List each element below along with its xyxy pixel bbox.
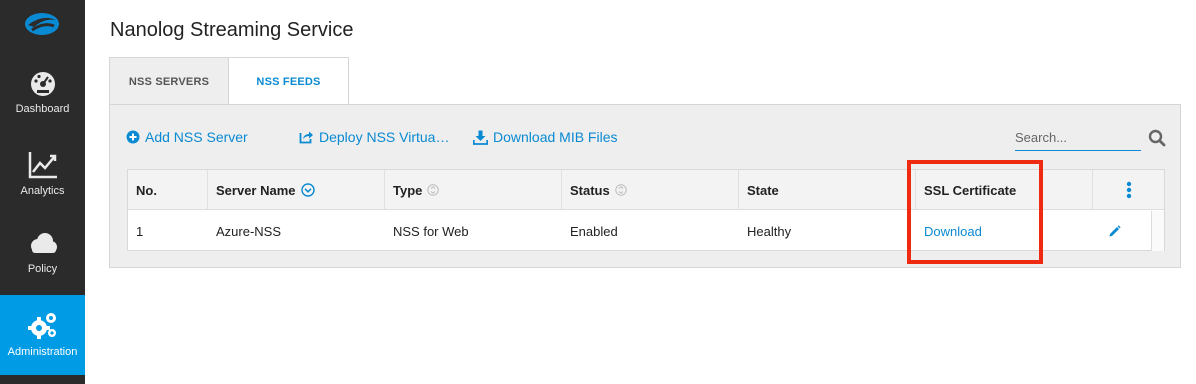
search-icon[interactable] [1148, 129, 1166, 147]
add-nss-server-button[interactable]: Add NSS Server [126, 129, 248, 145]
sidebar-item-dashboard[interactable]: Dashboard [0, 68, 85, 146]
sort-icon[interactable] [615, 184, 627, 196]
policy-cloud-icon [0, 230, 85, 261]
sidebar-item-analytics[interactable]: Analytics [0, 150, 85, 228]
table-scrollbar[interactable] [1151, 211, 1164, 251]
sidebar-item-label: Policy [27, 263, 58, 275]
column-header-status[interactable]: Status [562, 170, 739, 210]
sort-chevron-down-icon[interactable] [300, 183, 315, 197]
cell-server-name: Azure-NSS [216, 223, 282, 239]
sidebar: Dashboard Analytics Policy Administratio… [0, 0, 85, 384]
edit-pencil-icon[interactable] [1108, 224, 1121, 238]
sidebar-item-label: Dashboard [15, 103, 70, 115]
sort-icon[interactable] [427, 184, 440, 196]
column-header-server-name[interactable]: Server Name [208, 170, 385, 210]
sidebar-item-label: Administration [7, 346, 78, 358]
administration-gears-icon [0, 311, 85, 344]
sidebar-item-label: Analytics [20, 185, 65, 197]
search-input[interactable] [1015, 125, 1139, 149]
deploy-nss-virtual-button[interactable]: Deploy NSS Virtua… [299, 129, 449, 145]
cell-actions [1078, 211, 1150, 251]
add-nss-server-label: Add NSS Server [145, 129, 248, 145]
search-field [1015, 125, 1141, 151]
column-header-type[interactable]: Type [385, 170, 562, 210]
vertical-ellipsis-icon [1126, 181, 1132, 199]
cell-state: Healthy [747, 223, 792, 239]
highlight-box [907, 160, 1043, 264]
column-header-state: State [739, 170, 916, 210]
cell-no: 1 [136, 223, 144, 239]
dashboard-gauge-icon [0, 68, 85, 101]
download-mib-files-label: Download MIB Files [493, 129, 618, 145]
tab-nss-servers[interactable]: NSS SERVERS [109, 57, 229, 105]
plus-circle-icon [126, 130, 140, 144]
download-icon [473, 130, 488, 145]
column-header-no: No. [128, 170, 208, 210]
cell-type: NSS for Web [393, 223, 469, 239]
column-options-button[interactable] [1093, 170, 1165, 210]
sidebar-item-administration[interactable]: Administration [0, 295, 85, 375]
deploy-nss-virtual-label: Deploy NSS Virtua… [319, 129, 450, 145]
cell-status: Enabled [570, 223, 618, 239]
analytics-chart-icon [0, 150, 85, 183]
page-title: Nanolog Streaming Service [110, 19, 354, 41]
zscaler-logo[interactable] [18, 8, 66, 40]
tab-nss-feeds[interactable]: NSS FEEDS [228, 57, 349, 105]
download-mib-files-button[interactable]: Download MIB Files [473, 129, 618, 145]
share-arrow-icon [299, 131, 313, 144]
